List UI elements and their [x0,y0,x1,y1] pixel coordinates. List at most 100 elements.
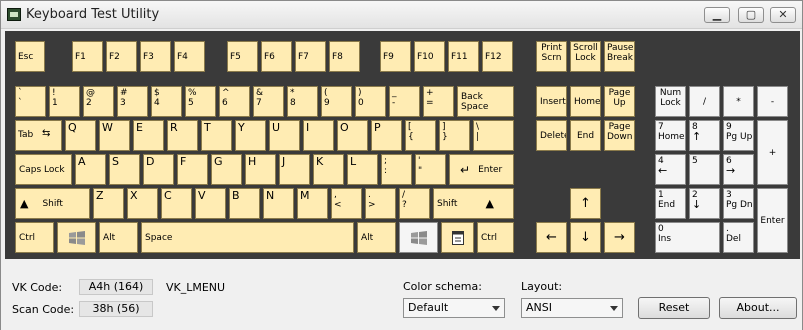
color-schema-select[interactable]: Default [403,298,505,318]
key-f6[interactable]: F6 [261,41,292,72]
key-numpad-9[interactable]: 9 Pg Up [723,120,754,151]
key-backslash[interactable]: \ | [473,120,514,151]
key-f12[interactable]: F12 [482,41,513,72]
key-numpad-plus[interactable]: + [757,120,788,185]
key-5[interactable]: % 5 [185,86,216,117]
key-left-bracket[interactable]: [{ [405,120,436,151]
key-page-down[interactable]: Page Down [604,120,635,151]
key-right-bracket[interactable]: ]} [439,120,470,151]
key-3[interactable]: #3 [117,86,148,117]
key-numpad-divide[interactable]: / [689,86,720,117]
key-c[interactable]: C [161,188,192,219]
key-numpad-7[interactable]: 7 Home [655,120,686,151]
key-4[interactable]: $4 [151,86,182,117]
key-e[interactable]: E [133,120,164,151]
key-x[interactable]: X [127,188,158,219]
key-comma[interactable]: , < [331,188,362,219]
key-home[interactable]: Home [570,86,601,117]
key-arrow-left[interactable]: ← [536,222,567,253]
key-right-ctrl[interactable]: Ctrl [477,222,514,253]
key-k[interactable]: K [313,154,344,185]
key-f11[interactable]: F11 [448,41,479,72]
key-q[interactable]: Q [65,120,96,151]
key-w[interactable]: W [99,120,130,151]
key-y[interactable]: Y [235,120,266,151]
key-period[interactable]: . > [365,188,396,219]
key-g[interactable]: G [211,154,242,185]
key-a[interactable]: A [75,154,106,185]
close-button[interactable]: ✕ [770,7,796,23]
key-left-win[interactable] [57,222,96,253]
key-numpad-8[interactable]: 8 ↑ [689,120,720,151]
key-scroll-lock[interactable]: Scroll Lock [570,41,601,72]
key-numpad-1[interactable]: 1 End [655,188,686,219]
key-slash[interactable]: /? [399,188,430,219]
key-semicolon[interactable]: ;: [381,154,412,185]
key-d[interactable]: D [143,154,174,185]
key-p[interactable]: P [371,120,402,151]
key-tab[interactable]: Tab ⇆ [15,120,62,151]
key-backtick[interactable]: ` ` [15,86,46,117]
key-backspace[interactable]: Back Space [457,86,514,117]
key-f7[interactable]: F7 [295,41,326,72]
key-numpad-enter[interactable]: Enter [757,188,788,253]
key-numpad-2[interactable]: 2 ↓ [689,188,720,219]
key-caps-lock[interactable]: Caps Lock [15,154,72,185]
key-right-shift[interactable]: Shift ▲ [433,188,514,219]
key-numpad-minus[interactable]: - [757,86,788,117]
key-i[interactable]: I [303,120,334,151]
key-0[interactable]: ) 0 [355,86,386,117]
key-numpad-dot[interactable]: . Del [723,222,754,253]
key-f8[interactable]: F8 [329,41,360,72]
key-6[interactable]: ^ 6 [219,86,250,117]
key-page-up[interactable]: Page Up [604,86,635,117]
key-o[interactable]: O [337,120,368,151]
key-pause-break[interactable]: Pause Break [604,41,635,72]
key-z[interactable]: Z [93,188,124,219]
key-esc[interactable]: Esc [15,41,45,72]
key-arrow-down[interactable]: ↓ [570,222,601,253]
key-numpad-3[interactable]: 3 Pg Dn [723,188,754,219]
key-quote[interactable]: ' " [415,154,446,185]
reset-button[interactable]: Reset [638,297,710,319]
layout-select[interactable]: ANSI [521,298,623,318]
key-f2[interactable]: F2 [106,41,137,72]
key-1[interactable]: ! 1 [49,86,80,117]
key-2[interactable]: @2 [83,86,114,117]
key-v[interactable]: V [195,188,226,219]
key-insert[interactable]: Insert [536,86,567,117]
key-left-shift[interactable]: ▲ Shift [15,188,90,219]
key-s[interactable]: S [109,154,140,185]
key-numpad-0[interactable]: 0 Ins [655,222,720,253]
maximize-button[interactable]: ▢ [738,7,764,23]
key-numpad-6[interactable]: 6 → [723,154,754,185]
key-delete[interactable]: Delete [536,120,567,151]
key-h[interactable]: H [245,154,276,185]
key-7[interactable]: & 7 [253,86,284,117]
key-f1[interactable]: F1 [72,41,103,72]
key-minus[interactable]: _ - [389,86,420,117]
key-f[interactable]: F [177,154,208,185]
key-f3[interactable]: F3 [140,41,171,72]
key-j[interactable]: J [279,154,310,185]
key-f5[interactable]: F5 [227,41,258,72]
key-f9[interactable]: F9 [380,41,411,72]
key-enter[interactable]: ↵ Enter [449,154,514,185]
key-space[interactable]: Space [141,222,354,253]
key-left-ctrl[interactable]: Ctrl [15,222,54,253]
key-b[interactable]: B [229,188,260,219]
key-equal[interactable]: + = [423,86,454,117]
key-arrow-up[interactable]: ↑ [570,188,601,219]
key-t[interactable]: T [201,120,232,151]
key-u[interactable]: U [269,120,300,151]
key-menu[interactable] [441,222,474,253]
key-f10[interactable]: F10 [414,41,445,72]
key-num-lock[interactable]: Num Lock [655,86,686,117]
key-r[interactable]: R [167,120,198,151]
about-button[interactable]: About... [719,297,797,319]
key-m[interactable]: M [297,188,328,219]
key-right-alt[interactable]: Alt [357,222,396,253]
key-8[interactable]: * 8 [287,86,318,117]
key-left-alt[interactable]: Alt [99,222,138,253]
key-numpad-5[interactable]: 5 [689,154,720,185]
